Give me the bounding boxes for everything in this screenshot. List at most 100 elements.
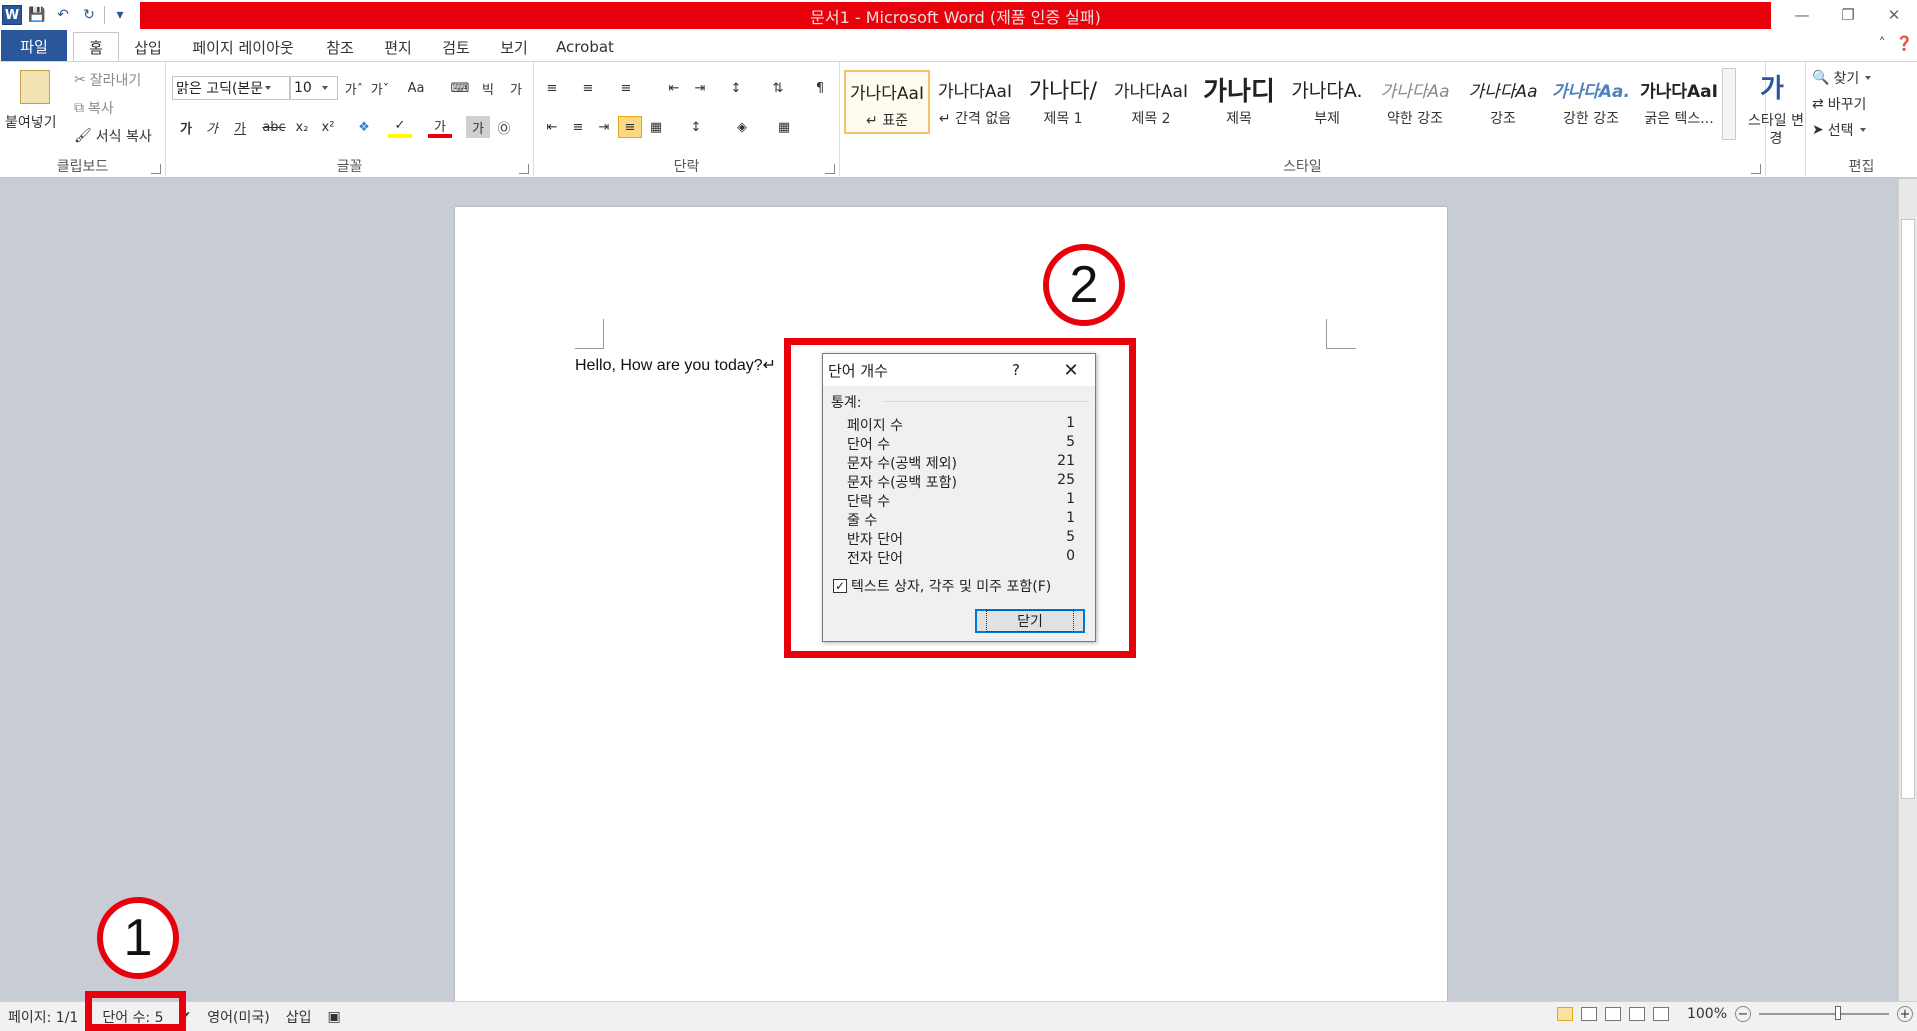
replace-button[interactable]: ⇄ 바꾸기 — [1812, 94, 1866, 114]
format-painter-label: 서식 복사 — [95, 129, 152, 145]
undo-icon[interactable]: ↶ — [52, 4, 74, 26]
align-center-icon[interactable]: ≡ — [566, 116, 590, 138]
zoom-out-icon[interactable]: − — [1735, 1006, 1751, 1022]
numbering-icon[interactable]: ≡ — [576, 77, 600, 99]
paste-button[interactable] — [20, 70, 50, 104]
redo-icon[interactable]: ↻ — [78, 4, 100, 26]
borders-icon[interactable]: ▦ — [772, 116, 796, 138]
select-button[interactable]: ➤ 선택 — [1812, 120, 1866, 140]
tab-file[interactable]: 파일 — [1, 30, 67, 62]
change-styles-button[interactable]: 가 스타일 변경 — [1746, 62, 1806, 178]
macro-record-icon[interactable]: ▣ — [319, 1009, 348, 1025]
subscript-icon[interactable]: x₂ — [290, 116, 314, 138]
zoom-level[interactable]: 100% — [1687, 1006, 1727, 1022]
style-heading-1[interactable]: 가나다/ 제목 1 — [1020, 70, 1106, 134]
find-button[interactable]: 🔍 찾기 — [1812, 68, 1872, 88]
tab-page-layout[interactable]: 페이지 레이아웃 — [180, 32, 306, 62]
style-no-spacing[interactable]: 가나다AaI ↵ 간격 없음 — [932, 70, 1018, 134]
align-right-icon[interactable]: ⇥ — [592, 116, 616, 138]
tab-acrobat[interactable]: Acrobat — [548, 32, 622, 62]
status-language[interactable]: 영어(미국) — [199, 1007, 277, 1027]
styles-gallery-scroll[interactable] — [1722, 68, 1736, 140]
outline-view-icon[interactable] — [1628, 1007, 1645, 1021]
grow-font-icon[interactable]: 가ˆ — [342, 77, 366, 99]
increase-indent-icon[interactable]: ⇥ — [688, 77, 712, 99]
chevron-down-icon — [1865, 76, 1872, 80]
save-icon[interactable]: 💾 — [26, 4, 48, 26]
style-sample: 가나다Aa — [1468, 81, 1538, 102]
help-icon[interactable]: ❓ — [1896, 36, 1913, 52]
style-normal[interactable]: 가나다AaI ↵ 표준 — [844, 70, 930, 134]
superscript-icon[interactable]: x² — [316, 116, 340, 138]
draft-view-icon[interactable] — [1652, 1007, 1669, 1021]
status-page[interactable]: 페이지: 1/1 — [0, 1007, 86, 1027]
align-left-icon[interactable]: ⇤ — [540, 116, 564, 138]
bullets-icon[interactable]: ≡ — [540, 77, 564, 99]
italic-icon[interactable]: 가 — [200, 116, 224, 138]
underline-icon[interactable]: 가 — [228, 116, 252, 138]
font-size-select[interactable]: 10 — [290, 76, 338, 100]
tab-mailings[interactable]: 편지 — [374, 32, 422, 62]
style-name: ↵ 간격 없음 — [938, 111, 1012, 127]
scrollbar-thumb[interactable] — [1901, 219, 1915, 799]
highlight-icon[interactable]: ✓ — [388, 116, 412, 138]
text-effects-icon[interactable]: ❖ — [352, 116, 376, 138]
char-border-icon[interactable]: 가 — [504, 77, 528, 99]
shrink-font-icon[interactable]: 가ˇ — [368, 77, 392, 99]
phonetic-guide-icon[interactable]: 빅 — [476, 77, 500, 99]
sort-icon[interactable]: ⇅ — [766, 77, 790, 99]
style-intense-emphasis[interactable]: 가나다Aa. 강한 강조 — [1548, 70, 1634, 134]
tab-view[interactable]: 보기 — [490, 32, 538, 62]
customize-qat-icon[interactable]: ▾ — [109, 4, 131, 26]
paste-icon — [20, 70, 50, 104]
restore-icon[interactable]: ❐ — [1825, 0, 1871, 30]
font-launcher-icon[interactable] — [519, 164, 529, 174]
minimize-ribbon-icon[interactable]: ˄ — [1879, 36, 1886, 52]
justify-icon[interactable]: ≡ — [618, 116, 642, 138]
style-heading-2[interactable]: 가나다AaI 제목 2 — [1108, 70, 1194, 134]
chevron-down-icon — [321, 86, 328, 90]
tab-references[interactable]: 참조 — [316, 32, 364, 62]
distributed-icon[interactable]: ▦ — [644, 116, 668, 138]
status-insert-mode[interactable]: 삽입 — [278, 1007, 320, 1027]
tab-home[interactable]: 홈 — [73, 32, 119, 62]
enclose-char-icon[interactable]: Ⓞ — [492, 116, 516, 138]
char-shading-icon[interactable]: 가 — [466, 116, 490, 138]
line-spacing-icon[interactable]: ↕ — [684, 116, 708, 138]
word-logo-icon[interactable]: W — [2, 5, 22, 25]
bold-icon[interactable]: 가 — [174, 116, 198, 138]
shading-icon[interactable]: ◈ — [730, 116, 754, 138]
web-layout-icon[interactable] — [1604, 1007, 1621, 1021]
style-subtle-emphasis[interactable]: 가나다Aa 약한 강조 — [1372, 70, 1458, 134]
clipboard-launcher-icon[interactable] — [151, 164, 161, 174]
clear-format-icon[interactable]: ⌨ — [448, 77, 472, 99]
close-window-icon[interactable]: ✕ — [1871, 0, 1917, 30]
tab-insert[interactable]: 삽입 — [124, 32, 172, 62]
multilevel-list-icon[interactable]: ≡ — [614, 77, 638, 99]
style-subtitle[interactable]: 가나다A. 부제 — [1284, 70, 1370, 134]
asian-layout-icon[interactable]: ↕ — [724, 77, 748, 99]
minimize-icon[interactable]: — — [1779, 0, 1825, 30]
zoom-slider-thumb[interactable] — [1835, 1006, 1841, 1020]
show-formatting-icon[interactable]: ¶ — [808, 77, 832, 99]
style-strong[interactable]: 가나다AaI 굵은 텍스... — [1636, 70, 1722, 134]
strikethrough-icon[interactable]: abc — [262, 116, 286, 138]
paste-label[interactable]: 붙여넣기 — [5, 112, 57, 132]
decrease-indent-icon[interactable]: ⇤ — [662, 77, 686, 99]
zoom-in-icon[interactable]: + — [1897, 1006, 1913, 1022]
copy-button[interactable]: ⧉ 복사 — [74, 98, 114, 118]
vertical-scrollbar[interactable] — [1898, 179, 1917, 1001]
cut-button[interactable]: ✂ 잘라내기 — [74, 70, 141, 90]
tab-review[interactable]: 검토 — [432, 32, 480, 62]
paragraph-launcher-icon[interactable] — [825, 164, 835, 174]
change-case-icon[interactable]: Aa — [404, 77, 428, 99]
print-layout-icon[interactable] — [1556, 1007, 1573, 1021]
full-screen-reading-icon[interactable] — [1580, 1007, 1597, 1021]
font-family-select[interactable]: 맑은 고딕(본문 — [172, 76, 290, 100]
style-title[interactable]: 가나디 제목 — [1196, 70, 1282, 134]
font-color-icon[interactable]: 가 — [428, 116, 452, 138]
document-text[interactable]: Hello, How are you today?↵ — [575, 355, 776, 375]
zoom-slider[interactable] — [1759, 1006, 1889, 1020]
format-painter-button[interactable]: 🖌 서식 복사 — [74, 126, 152, 146]
style-emphasis[interactable]: 가나다Aa 강조 — [1460, 70, 1546, 134]
